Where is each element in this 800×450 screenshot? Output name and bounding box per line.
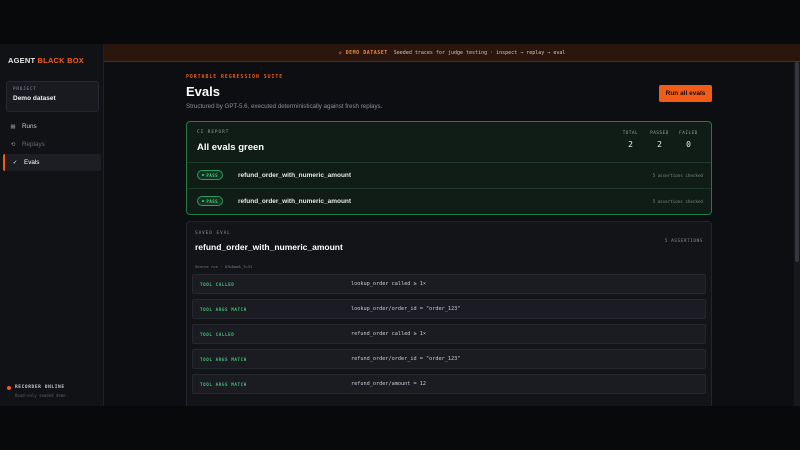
assertion-row: TOOL CALLED refund_order called ≥ 1× xyxy=(192,324,706,344)
assertion-kind: TOOL ARGS MATCH xyxy=(200,382,247,387)
page-title: Evals xyxy=(186,84,220,99)
brand-part-2: BLACK BOX xyxy=(37,56,84,65)
eval-name: refund_order_with_numeric_amount xyxy=(238,198,352,205)
pass-badge-text: PASS xyxy=(206,172,219,178)
ci-report-label: CI REPORT xyxy=(197,130,230,135)
sidebar-item-evals[interactable]: ✓ Evals xyxy=(3,154,101,171)
demo-tag: ◇ DEMO DATASET xyxy=(338,49,388,56)
eval-name: refund_order_with_numeric_amount xyxy=(238,172,352,179)
recorder-dot-icon xyxy=(7,385,11,390)
pass-badge: PASS xyxy=(197,196,223,206)
stat-failed: FAILED 0 xyxy=(674,130,703,149)
recorder-status: RECORDER ONLINE Read-only seeded demo xyxy=(7,385,66,398)
sidebar-item-replays[interactable]: ⟲ Replays xyxy=(3,136,101,153)
assertion-count: 5 ASSERTIONS xyxy=(664,239,703,244)
recorder-subtext: Read-only seeded demo xyxy=(15,393,66,398)
assertion-expression: refund_order/amount = 12 xyxy=(351,381,426,387)
assertion-expression: refund_order/order_id = "order_123" xyxy=(351,356,461,362)
recorder-status-text: RECORDER ONLINE xyxy=(15,385,65,390)
pass-dot-icon xyxy=(201,173,205,177)
project-label: PROJECT xyxy=(13,87,37,92)
assertion-row: TOOL ARGS MATCH refund_order/amount = 12 xyxy=(192,374,706,394)
pass-badge: PASS xyxy=(197,170,223,180)
sidebar-item-label: Replays xyxy=(22,141,45,148)
brand-part-1: AGENT xyxy=(8,56,36,65)
source-run[interactable]: Source run · 07b6aa8_7c31 xyxy=(195,264,252,269)
stat-value: 0 xyxy=(686,140,691,149)
stat-label: PASSED xyxy=(650,130,669,135)
demo-banner: ◇ DEMO DATASET Seeded traces for judge t… xyxy=(104,44,800,62)
ci-stats: TOTAL 2 PASSED 2 FAILED 0 xyxy=(616,130,703,149)
sidebar-item-label: Evals xyxy=(24,159,40,166)
assertion-row: TOOL ARGS MATCH refund_order/order_id = … xyxy=(192,349,706,369)
saved-eval-name: refund_order_with_numeric_amount xyxy=(195,242,343,252)
ci-report-card: CI REPORT All evals green TOTAL 2 PASSED… xyxy=(186,121,712,215)
assertions-checked: 5 assertions checked xyxy=(652,199,703,204)
scrollbar[interactable] xyxy=(794,62,800,406)
assertion-expression: refund_order called ≥ 1× xyxy=(351,331,426,337)
page-eyebrow: PORTABLE REGRESSION SUITE xyxy=(186,75,284,80)
assertion-expression: lookup_order called ≥ 1× xyxy=(351,281,426,287)
ci-report-header: CI REPORT All evals green TOTAL 2 PASSED… xyxy=(187,122,711,163)
app-window: AGENT BLACK BOX PROJECT Demo dataset ▦ R… xyxy=(0,44,800,406)
page-subtitle: Structured by GPT-5.6, executed determin… xyxy=(186,103,383,110)
stat-total: TOTAL 2 xyxy=(616,130,645,149)
project-selector[interactable]: PROJECT Demo dataset xyxy=(6,81,99,112)
assertion-kind: TOOL CALLED xyxy=(200,332,235,337)
ci-result-row[interactable]: PASS refund_order_with_numeric_amount 5 … xyxy=(187,163,711,189)
run-all-evals-button[interactable]: Run all evals xyxy=(659,85,712,102)
saved-eval-label: SAVED EVAL xyxy=(195,231,231,236)
saved-eval-card: SAVED EVAL refund_order_with_numeric_amo… xyxy=(186,221,712,406)
stat-label: FAILED xyxy=(679,130,698,135)
stat-passed: PASSED 2 xyxy=(645,130,674,149)
assertion-row: TOOL ARGS MATCH lookup_order/order_id = … xyxy=(192,299,706,319)
assertion-expression: lookup_order/order_id = "order_123" xyxy=(351,306,461,312)
main-panel: ◇ DEMO DATASET Seeded traces for judge t… xyxy=(104,44,800,406)
demo-banner-text: Seeded traces for judge testing · inspec… xyxy=(393,49,566,56)
grid-icon: ▦ xyxy=(10,123,16,130)
assertion-kind: TOOL CALLED xyxy=(200,282,235,287)
sidebar: AGENT BLACK BOX PROJECT Demo dataset ▦ R… xyxy=(0,44,104,406)
project-name: Demo dataset xyxy=(13,95,56,102)
stat-label: TOTAL xyxy=(622,130,639,135)
assertion-row: TOOL CALLED lookup_order called ≥ 1× xyxy=(192,274,706,294)
ci-result-row[interactable]: PASS refund_order_with_numeric_amount 5 … xyxy=(187,189,711,214)
stat-value: 2 xyxy=(657,140,662,149)
pass-dot-icon xyxy=(201,199,205,203)
replay-icon: ⟲ xyxy=(10,141,16,148)
stat-value: 2 xyxy=(628,140,633,149)
assertion-kind: TOOL ARGS MATCH xyxy=(200,307,247,312)
sidebar-nav: ▦ Runs ⟲ Replays ✓ Evals xyxy=(0,118,104,172)
ci-report-status: All evals green xyxy=(197,142,265,153)
assertion-kind: TOOL ARGS MATCH xyxy=(200,357,247,362)
check-icon: ✓ xyxy=(12,159,18,166)
assertions-checked: 5 assertions checked xyxy=(652,173,703,178)
pass-badge-text: PASS xyxy=(206,198,219,204)
sidebar-item-runs[interactable]: ▦ Runs xyxy=(3,118,101,135)
brand-logo[interactable]: AGENT BLACK BOX xyxy=(8,56,84,65)
scrollbar-thumb[interactable] xyxy=(795,62,799,262)
sidebar-item-label: Runs xyxy=(22,123,37,130)
